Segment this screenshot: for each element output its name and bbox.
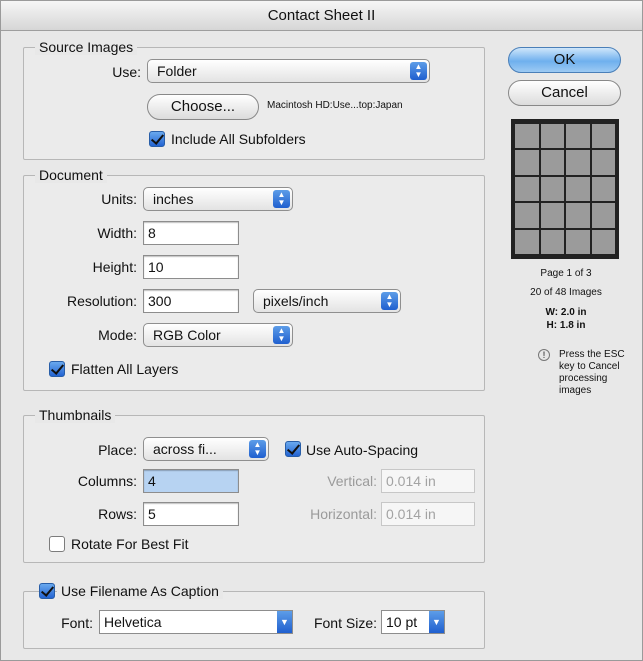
use-filename-checkbox[interactable] <box>39 583 55 599</box>
horizontal-field[interactable]: 0.014 in <box>381 502 475 526</box>
auto-spacing-label: Use Auto-Spacing <box>306 442 419 458</box>
vertical-label: Vertical: <box>327 473 377 489</box>
preview-thumbnail-cell <box>540 229 564 254</box>
updown-arrows-icon: ▲ ▼ <box>273 326 290 344</box>
preview-width: W: 2.0 in <box>545 307 587 318</box>
updown-arrows-icon: ▲ ▼ <box>410 62 427 80</box>
resolution-label: Resolution: <box>66 293 137 309</box>
rotate-best-fit-checkbox[interactable] <box>49 536 65 552</box>
vertical-field[interactable]: 0.014 in <box>381 469 475 493</box>
resolution-units-value: pixels/inch <box>263 293 329 309</box>
preview-thumbnail-cell <box>591 176 615 202</box>
use-label: Use: <box>112 64 141 80</box>
font-value: Helvetica <box>104 614 162 630</box>
preview-thumbnail-cell <box>515 150 539 175</box>
columns-label: Columns: <box>77 473 137 489</box>
preview-thumbnail-cell <box>591 124 615 149</box>
escape-note: Press the ESC key to Cancel processing i… <box>559 349 625 396</box>
use-filename-label: Use Filename As Caption <box>57 583 223 599</box>
preview-thumbnail-cell <box>540 124 564 149</box>
preview-thumbnail-cell <box>540 176 564 202</box>
units-label: Units: <box>101 191 137 207</box>
mode-label: Mode: <box>98 327 137 343</box>
cancel-button[interactable]: Cancel <box>508 80 621 106</box>
units-popup-value: inches <box>153 191 194 207</box>
preview-thumbnail-cell <box>566 176 590 202</box>
preview-page: Page 1 of 3 <box>540 268 592 279</box>
updown-arrows-icon: ▲ ▼ <box>381 292 398 310</box>
include-subfolders-label: Include All Subfolders <box>171 131 306 147</box>
height-field[interactable]: 10 <box>143 255 239 279</box>
include-subfolders-checkbox[interactable] <box>149 131 165 147</box>
preview-thumbnail-cell <box>566 124 590 149</box>
preview-thumbnail-cell <box>515 229 539 254</box>
font-size-combo[interactable]: 10 pt ▼ <box>381 610 445 634</box>
preview-thumbnail-cell <box>591 203 615 228</box>
horizontal-label: Horizontal: <box>310 506 377 522</box>
updown-arrows-icon: ▲ ▼ <box>249 440 266 458</box>
place-label: Place: <box>98 442 137 458</box>
choose-button[interactable]: Choose... <box>147 94 259 120</box>
font-combo[interactable]: Helvetica ▼ <box>99 610 293 634</box>
window-title: Contact Sheet II <box>1 1 642 31</box>
font-size-label: Font Size: <box>313 615 377 631</box>
preview-thumbnail-cell <box>566 229 590 254</box>
ok-button[interactable]: OK <box>508 47 621 73</box>
place-popup-value: across fi... <box>153 441 217 457</box>
preview-thumbnail-cell <box>515 124 539 149</box>
document-title: Document <box>35 167 107 183</box>
layout-preview <box>511 119 619 259</box>
chevron-down-icon[interactable]: ▼ <box>429 611 444 633</box>
chevron-down-icon[interactable]: ▼ <box>277 611 292 633</box>
flatten-layers-label: Flatten All Layers <box>71 361 179 377</box>
source-images-title: Source Images <box>35 39 138 55</box>
flatten-layers-checkbox[interactable] <box>49 361 65 377</box>
rotate-best-fit-label: Rotate For Best Fit <box>71 536 189 552</box>
rows-label: Rows: <box>98 506 137 522</box>
source-path: Macintosh HD:Use...top:Japan <box>267 100 403 111</box>
preview-height: H: 1.8 in <box>546 320 586 331</box>
preview-thumbnail-cell <box>515 203 539 228</box>
height-label: Height: <box>92 259 137 275</box>
resolution-field[interactable]: 300 <box>143 289 239 313</box>
preview-thumbnail-cell <box>540 203 564 228</box>
contact-sheet-dialog: Contact Sheet II Source Images Use: Fold… <box>0 0 643 661</box>
use-popup[interactable]: Folder ▲ ▼ <box>147 59 430 83</box>
mode-popup-value: RGB Color <box>153 327 221 343</box>
preview-thumbnail-cell <box>591 229 615 254</box>
preview-thumbnail-cell <box>566 203 590 228</box>
updown-arrows-icon: ▲ ▼ <box>273 190 290 208</box>
font-label: Font: <box>61 615 93 631</box>
columns-field[interactable]: 4 <box>143 469 239 493</box>
width-label: Width: <box>97 225 137 241</box>
resolution-units-popup[interactable]: pixels/inch ▲ ▼ <box>253 289 401 313</box>
thumbnails-title: Thumbnails <box>35 407 116 423</box>
width-field[interactable]: 8 <box>143 221 239 245</box>
preview-thumbnail-cell <box>515 176 539 202</box>
auto-spacing-checkbox[interactable] <box>285 441 301 457</box>
mode-popup[interactable]: RGB Color ▲ ▼ <box>143 323 293 347</box>
preview-thumbnail-cell <box>591 150 615 175</box>
preview-images: 20 of 48 Images <box>530 287 602 298</box>
font-size-value: 10 pt <box>386 614 418 630</box>
preview-thumbnail-cell <box>540 150 564 175</box>
rows-field[interactable]: 5 <box>143 502 239 526</box>
info-circle-icon: ! <box>538 349 550 361</box>
preview-thumbnail-cell <box>566 150 590 175</box>
use-popup-value: Folder <box>157 63 197 79</box>
place-popup[interactable]: across fi... ▲ ▼ <box>143 437 269 461</box>
units-popup[interactable]: inches ▲ ▼ <box>143 187 293 211</box>
